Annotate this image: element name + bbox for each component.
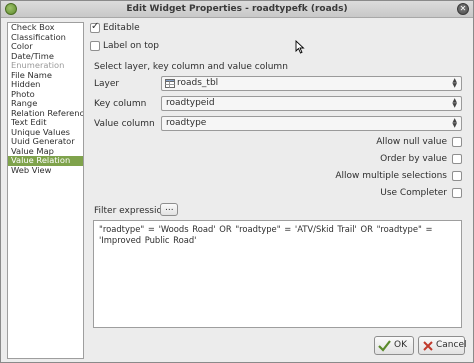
widget-type-item[interactable]: Hidden xyxy=(8,80,83,90)
allow-multiple-checkbox[interactable] xyxy=(452,171,462,181)
chevron-updown-icon: ▲ ▼ xyxy=(452,77,457,89)
layer-label: Layer xyxy=(94,79,120,89)
editable-checkbox[interactable] xyxy=(90,21,100,33)
window-title: Edit Widget Properties - roadtypefk (roa… xyxy=(126,4,348,14)
chevron-updown-icon: ▲ ▼ xyxy=(452,97,457,109)
allow-null-label: Allow null value xyxy=(376,137,447,147)
widget-type-item[interactable]: Uuid Generator xyxy=(8,137,83,147)
widget-type-item[interactable]: Relation Reference xyxy=(8,109,83,119)
value-column-value: roadtype xyxy=(166,118,207,128)
widget-type-item[interactable]: Photo xyxy=(8,90,83,100)
order-by-value-label: Order by value xyxy=(380,154,447,164)
widget-type-item: Enumeration xyxy=(11,61,65,70)
widget-type-item[interactable]: File Name xyxy=(8,71,83,81)
value-column-label: Value column xyxy=(94,119,155,129)
checkmark-icon xyxy=(378,340,391,352)
widget-type-item[interactable]: Color xyxy=(8,42,83,52)
chevron-updown-icon: ▲ ▼ xyxy=(452,117,457,129)
value-column-combo[interactable]: roadtype ▲ ▼ xyxy=(161,116,462,131)
allow-null-checkbox[interactable] xyxy=(452,137,462,147)
cancel-button[interactable]: Cancel xyxy=(418,336,467,355)
mouse-cursor-icon xyxy=(295,40,305,54)
title-bar: Edit Widget Properties - roadtypefk (roa… xyxy=(1,1,473,18)
filter-expression-text: "roadtype" = 'Woods Road' OR "roadtype" … xyxy=(99,224,433,245)
ok-button[interactable]: OK xyxy=(374,336,414,355)
widget-type-item[interactable]: Range xyxy=(8,99,83,109)
key-column-value: roadtypeid xyxy=(166,98,215,108)
widget-type-item[interactable]: Check Box xyxy=(8,23,83,33)
key-column-label: Key column xyxy=(94,99,147,109)
cancel-icon xyxy=(423,341,433,351)
widget-type-item[interactable]: Unique Values xyxy=(8,128,83,138)
layer-value: roads_tbl xyxy=(177,78,219,88)
editable-label: Editable xyxy=(103,23,140,33)
filter-expression-editor[interactable]: "roadtype" = 'Woods Road' OR "roadtype" … xyxy=(93,220,462,328)
allow-multiple-label: Allow multiple selections xyxy=(335,171,447,181)
order-by-value-checkbox[interactable] xyxy=(452,154,462,164)
use-completer-checkbox[interactable] xyxy=(452,188,462,198)
table-layer-icon xyxy=(165,79,175,88)
section-heading: Select layer, key column and value colum… xyxy=(94,62,288,72)
close-icon[interactable]: ✕ xyxy=(457,3,469,15)
widget-type-item[interactable]: Value Map xyxy=(8,147,83,157)
layer-combo[interactable]: roads_tbl ▲ ▼ xyxy=(161,76,462,91)
label-on-top-checkbox[interactable] xyxy=(90,41,100,51)
widget-type-item[interactable]: Text Edit xyxy=(8,118,83,128)
widget-type-list[interactable]: Check Box Classification Color Date/Time… xyxy=(7,22,84,359)
expression-builder-button[interactable]: ... xyxy=(160,203,178,216)
filter-expression-label: Filter expression xyxy=(94,206,168,216)
label-on-top-label: Label on top xyxy=(103,41,159,51)
key-column-combo[interactable]: roadtypeid ▲ ▼ xyxy=(161,96,462,111)
use-completer-label: Use Completer xyxy=(380,188,447,198)
edit-widget-properties-dialog: Edit Widget Properties - roadtypefk (roa… xyxy=(0,0,474,363)
widget-type-item[interactable]: Value Relation xyxy=(8,156,83,166)
widget-type-item[interactable]: Classification xyxy=(8,33,83,43)
widget-type-item[interactable]: Date/Time xyxy=(8,52,83,62)
widget-type-item[interactable]: Web View xyxy=(8,166,83,176)
